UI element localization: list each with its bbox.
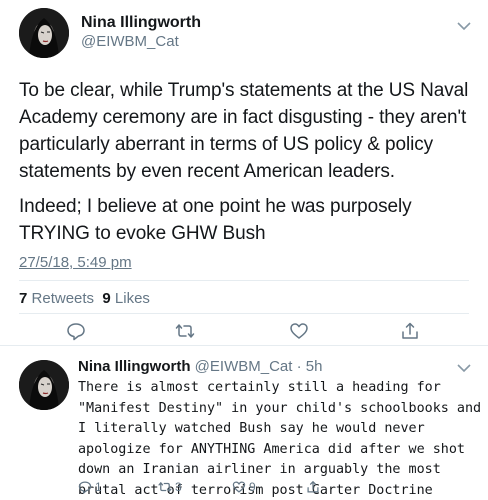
share-action[interactable] [306, 479, 323, 495]
reply-icon[interactable] [66, 321, 86, 341]
divider [0, 345, 488, 346]
reply-text: There is almost certainly still a headin… [78, 380, 482, 498]
retweet-icon[interactable] [175, 321, 195, 341]
divider [19, 313, 469, 314]
author-name[interactable]: Nina Illingworth [81, 14, 201, 32]
chevron-down-icon[interactable] [456, 362, 472, 374]
tweet-text-paragraph: Indeed; I believe at one point he was pu… [19, 196, 412, 244]
divider [19, 280, 469, 281]
retweets-count: 7 [19, 290, 28, 307]
heart-icon[interactable] [289, 321, 309, 341]
likes-label: Likes [114, 290, 150, 307]
reply-icon [78, 481, 92, 494]
like-count: 9 [249, 480, 256, 494]
tweet-text-paragraph: To be clear, while Trump's statements at… [19, 80, 469, 182]
tweet-stats: 7 Retweets 9 Likes [19, 290, 150, 307]
retweets-label: Retweets [31, 290, 95, 307]
reply-meta[interactable]: @EIWBM_Cat · 5h [195, 358, 323, 375]
avatar[interactable] [19, 8, 69, 58]
reply-header: Nina Illingworth @EIWBM_Cat · 5h [78, 358, 322, 375]
share-icon [307, 480, 319, 493]
retweets-stat[interactable]: 7 Retweets [19, 290, 94, 307]
retweet-count: 3 [175, 480, 182, 494]
reply-author-name[interactable]: Nina Illingworth [78, 358, 191, 375]
likes-count: 9 [102, 290, 111, 307]
reply-count: 1 [95, 480, 102, 494]
share-icon[interactable] [400, 321, 420, 341]
like-action[interactable]: 9 [232, 479, 256, 495]
heart-icon [232, 481, 246, 493]
tweet-timestamp[interactable]: 27/5/18, 5:49 pm [19, 254, 132, 271]
chevron-down-icon[interactable] [456, 20, 472, 32]
author-handle[interactable]: @EIWBM_Cat [81, 33, 179, 50]
retweet-action[interactable]: 3 [158, 479, 182, 495]
reply-action[interactable]: 1 [78, 479, 102, 495]
avatar[interactable] [19, 360, 69, 410]
retweet-icon [158, 481, 172, 493]
likes-stat[interactable]: 9 Likes [102, 290, 150, 307]
